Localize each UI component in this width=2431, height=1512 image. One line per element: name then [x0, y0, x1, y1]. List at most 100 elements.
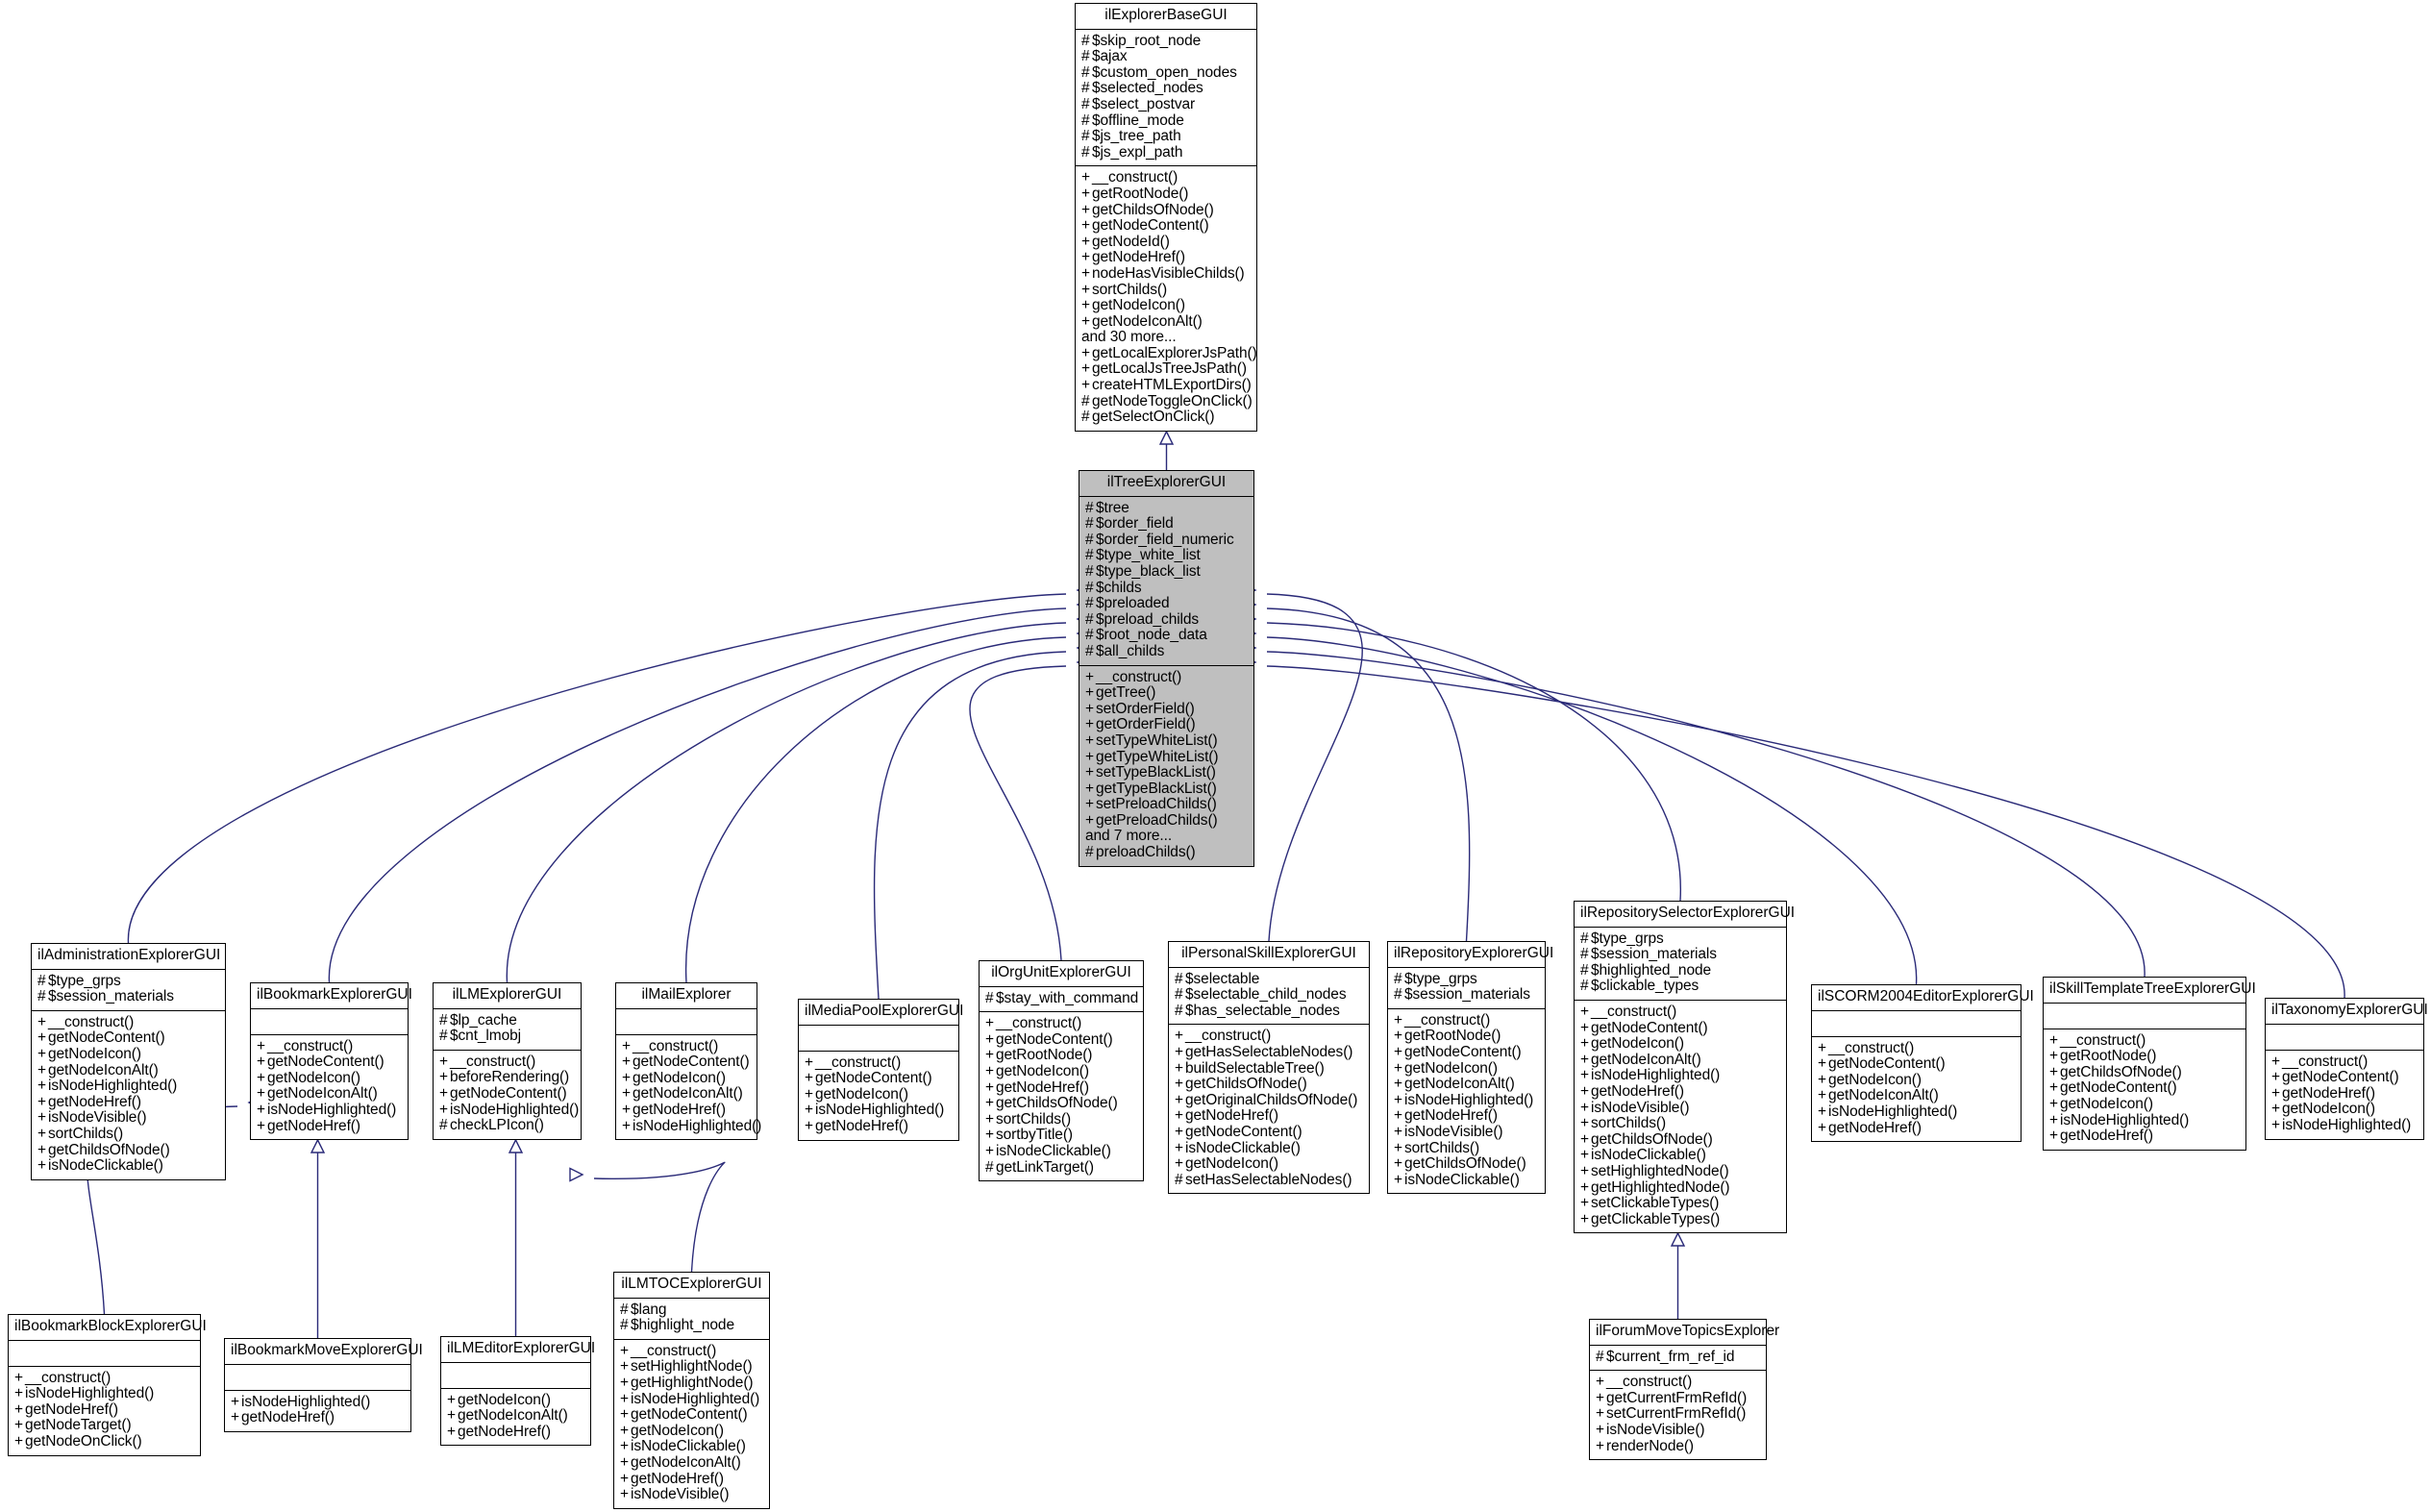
class-method: + getClickableTypes(): [1580, 1210, 1721, 1227]
class-method: + isNodeHighlighted(): [257, 1101, 397, 1118]
class-method: + getChildsOfNode(): [2049, 1063, 2182, 1080]
class-method: + getNodeTarget(): [14, 1417, 132, 1434]
class-method: + __construct(): [805, 1053, 902, 1071]
class-method: + getNodeContent(): [1580, 1019, 1708, 1036]
class-attributes: # $type_grps # $session_materials: [32, 970, 225, 1011]
uml-class-ilRepositorySelectorExplorerGUI[interactable]: ilRepositorySelectorExplorerGUI # $type_gr…: [1574, 901, 1795, 1234]
class-method: + getNodeContent(): [2271, 1069, 2399, 1086]
class-method: + getNodeIcon(): [447, 1391, 551, 1408]
class-attribute: # $clickable_types: [1580, 978, 1699, 995]
class-method: # preloadChilds(): [1085, 844, 1196, 861]
uml-class-ilLMExplorerGUI[interactable]: ilLMExplorerGUI # $lp_cache # $cnt_lmobj + __c…: [433, 982, 582, 1140]
uml-class-ilBookmarkExplorerGUI[interactable]: ilBookmarkExplorerGUI + __construct() + getN…: [250, 982, 412, 1141]
uml-class-ilMediaPoolExplorerGUI[interactable]: ilMediaPoolExplorerGUI + __construct() + get…: [798, 999, 963, 1141]
class-method: + getNodeIconAlt(): [620, 1453, 741, 1471]
class-method: + getNodeContent(): [1394, 1043, 1522, 1060]
class-method: + getNodeIcon(): [257, 1069, 360, 1086]
inheritance-arrowhead: [508, 1138, 524, 1153]
class-attributes: [9, 1341, 200, 1367]
class-method: + __construct(): [1081, 169, 1178, 186]
class-method: + __construct(): [620, 1342, 717, 1359]
uml-class-ilTreeExplorerGUI[interactable]: ilTreeExplorerGUI # $tree # $order_field # $or…: [1079, 470, 1254, 867]
class-method: + buildSelectableTree(): [1175, 1059, 1325, 1077]
class-method: + getNodeHref(): [1394, 1107, 1498, 1125]
class-method: + setCurrentFrmRefId(): [1596, 1405, 1747, 1423]
uml-class-ilBookmarkBlockExplorerGUI[interactable]: ilBookmarkBlockExplorerGUI + __construct()…: [8, 1314, 207, 1456]
class-method: + getRootNode(): [985, 1047, 1093, 1064]
class-method: + getNodeHref(): [14, 1400, 118, 1418]
class-method: + isNodeHighlighted(): [14, 1385, 155, 1402]
class-method: + getNodeHref(): [622, 1101, 726, 1118]
uml-class-ilTaxonomyExplorerGUI[interactable]: ilTaxonomyExplorerGUI + __construct() + getN…: [2265, 998, 2428, 1140]
class-attribute: # $select_postvar: [1081, 95, 1196, 112]
class-methods: + __construct() + getRootNode() + getChildsOf…: [1076, 166, 1257, 431]
class-attributes: [225, 1365, 410, 1391]
class-method: + __construct(): [439, 1053, 536, 1070]
uml-class-ilExplorerBaseGUI[interactable]: ilExplorerBaseGUI # $skip_root_node # $ajax #…: [1075, 3, 1257, 432]
class-attributes: [441, 1363, 590, 1389]
class-attribute: # $highlight_node: [620, 1317, 734, 1334]
uml-class-ilSkillTemplateTreeExplorerGUI[interactable]: ilSkillTemplateTreeExplorerGUI + __constru…: [2043, 977, 2256, 1151]
class-method: + getNodeHref(): [37, 1093, 141, 1110]
class-methods: + __construct() + getHasSelectableNodes() + b…: [1169, 1025, 1369, 1193]
class-method: + getNodeIcon(): [2049, 1095, 2153, 1112]
class-method: + setClickableTypes(): [1580, 1195, 1720, 1212]
class-method: + setOrderField(): [1085, 700, 1195, 717]
class-methods: + __construct() + getCurrentFrmRefId() + setC…: [1590, 1371, 1766, 1459]
uml-class-ilRepositoryExplorerGUI[interactable]: ilRepositoryExplorerGUI # $type_grps # $sess…: [1387, 941, 1553, 1195]
class-methods: + __construct() + setHighlightNode() + getHig…: [614, 1340, 769, 1508]
class-attribute: # $order_field_numeric: [1085, 531, 1234, 548]
uml-class-ilBookmarkMoveExplorerGUI[interactable]: ilBookmarkMoveExplorerGUI + isNodeHighligh…: [224, 1338, 423, 1432]
class-method: # checkLPIcon(): [439, 1117, 544, 1134]
class-attribute: # $js_tree_path: [1081, 128, 1181, 145]
class-method: + sortChilds(): [1580, 1115, 1667, 1132]
class-method: + getTypeWhiteList(): [1085, 748, 1219, 765]
class-method: + __construct(): [14, 1369, 112, 1386]
class-method: + isNodeHighlighted(): [1394, 1091, 1534, 1108]
uml-class-ilSCORM2004EditorExplorerGUI[interactable]: ilSCORM2004EditorExplorerGUI + __construct…: [1811, 984, 2034, 1143]
class-attribute: # $type_grps: [37, 972, 121, 989]
class-methods: + isNodeHighlighted() + getNodeHref(): [225, 1391, 410, 1431]
class-title: ilMediaPoolExplorerGUI: [799, 1000, 963, 1026]
uml-class-ilMailExplorer[interactable]: ilMailExplorer + __construct() + getNodeCont…: [615, 982, 761, 1141]
class-attribute: # $order_field: [1085, 515, 1174, 533]
uml-class-ilAdministrationExplorerGUI[interactable]: ilAdministrationExplorerGUI # $type_grps # $…: [31, 943, 226, 1180]
class-method: + renderNode(): [1596, 1437, 1694, 1454]
class-method: + getNodeIconAlt(): [1818, 1087, 1939, 1104]
class-method: + __construct(): [2049, 1031, 2146, 1049]
class-attribute: # $type_grps: [1394, 970, 1477, 987]
class-attribute: # $selectable_child_nodes: [1175, 986, 1347, 1004]
uml-class-ilOrgUnitExplorerGUI[interactable]: ilOrgUnitExplorerGUI # $stay_with_command +…: [979, 960, 1144, 1182]
class-method: + getHighlightedNode(): [1580, 1178, 1730, 1196]
class-method: + getNodeIconAlt(): [257, 1085, 378, 1103]
class-attribute: # $type_grps: [1580, 930, 1664, 947]
class-method: + isNodeHighlighted(): [231, 1393, 371, 1410]
class-attribute: # $preload_childs: [1085, 610, 1200, 628]
class-method: + getNodeContent(): [1818, 1055, 1946, 1073]
class-attributes: [616, 1009, 757, 1035]
uml-class-ilLMTOCExplorerGUI[interactable]: ilLMTOCExplorerGUI # $lang # $highlight_node…: [613, 1272, 770, 1509]
class-title: ilLMTOCExplorerGUI: [614, 1273, 769, 1299]
class-method: + setTypeWhiteList(): [1085, 731, 1218, 749]
class-method: + getNodeContent(): [622, 1053, 750, 1071]
class-method: + isNodeClickable(): [1580, 1147, 1706, 1164]
uml-class-ilPersonalSkillExplorerGUI[interactable]: ilPersonalSkillExplorerGUI # $selectable # $…: [1168, 941, 1370, 1195]
class-method: + sortChilds(): [1081, 281, 1168, 298]
class-method: + getChildsOfNode(): [1081, 201, 1214, 218]
class-method: + isNodeVisible(): [1596, 1421, 1705, 1438]
uml-class-ilLMEditorExplorerGUI[interactable]: ilLMEditorExplorerGUI + getNodeIcon() + getN…: [440, 1336, 595, 1447]
class-method: + __construct(): [1085, 668, 1182, 685]
class-title: ilBookmarkBlockExplorerGUI: [9, 1315, 207, 1341]
class-title: ilLMExplorerGUI: [434, 983, 581, 1009]
uml-class-ilForumMoveTopicsExplorer[interactable]: ilForumMoveTopicsExplorer # $current_frm_r…: [1589, 1319, 1779, 1461]
class-attribute: # $type_black_list: [1085, 562, 1201, 580]
class-title: ilBookmarkMoveExplorerGUI: [225, 1339, 423, 1365]
class-attributes: # $skip_root_node # $ajax # $custom_open_node…: [1076, 30, 1256, 167]
class-method: + getNodeIcon(): [805, 1085, 908, 1103]
class-method: + getNodeIcon(): [620, 1422, 724, 1439]
class-method: + getNodeIcon(): [985, 1062, 1089, 1079]
class-method: + getNodeIcon(): [1580, 1035, 1684, 1053]
class-attributes: # $stay_with_command: [980, 987, 1143, 1013]
class-attribute: # $selected_nodes: [1081, 80, 1203, 97]
class-method: + beforeRendering(): [439, 1069, 570, 1086]
